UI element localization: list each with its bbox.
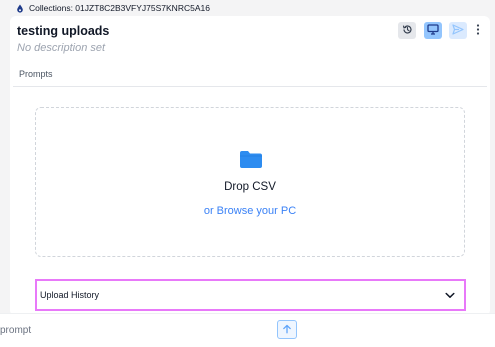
history-icon: [402, 22, 413, 40]
folder-icon: [239, 150, 263, 174]
tab-divider: [13, 86, 487, 87]
preview-button[interactable]: [424, 22, 442, 39]
history-button[interactable]: [398, 22, 416, 39]
page-title: testing uploads: [17, 24, 110, 38]
drop-icon: [16, 4, 24, 13]
csv-dropzone[interactable]: Drop CSV or Browse your PC: [35, 107, 465, 257]
collection-card: testing uploads No description set Promp…: [10, 16, 490, 316]
monitor-icon: [427, 22, 439, 40]
browse-link[interactable]: or Browse your PC: [36, 205, 464, 217]
page-description: No description set: [17, 42, 106, 54]
more-options-button[interactable]: [471, 22, 485, 39]
upload-history-label: Upload History: [40, 290, 100, 300]
more-vertical-icon: [476, 22, 480, 40]
arrow-up-icon: [282, 321, 292, 339]
breadcrumb-text[interactable]: Collections: 01JZT8C2B3VFYJ75S7KNRC5A16: [29, 3, 210, 13]
upload-history-toggle[interactable]: Upload History: [35, 279, 466, 311]
send-button[interactable]: [449, 22, 467, 39]
send-icon: [452, 22, 464, 40]
chevron-down-icon: [445, 292, 455, 299]
prompt-bar: [0, 313, 495, 347]
prompt-input[interactable]: [0, 322, 250, 338]
breadcrumb: Collections: 01JZT8C2B3VFYJ75S7KNRC5A16: [0, 0, 495, 16]
dropzone-title: Drop CSV: [224, 181, 276, 193]
submit-button[interactable]: [277, 320, 297, 339]
tab-prompts[interactable]: Prompts: [19, 69, 53, 79]
